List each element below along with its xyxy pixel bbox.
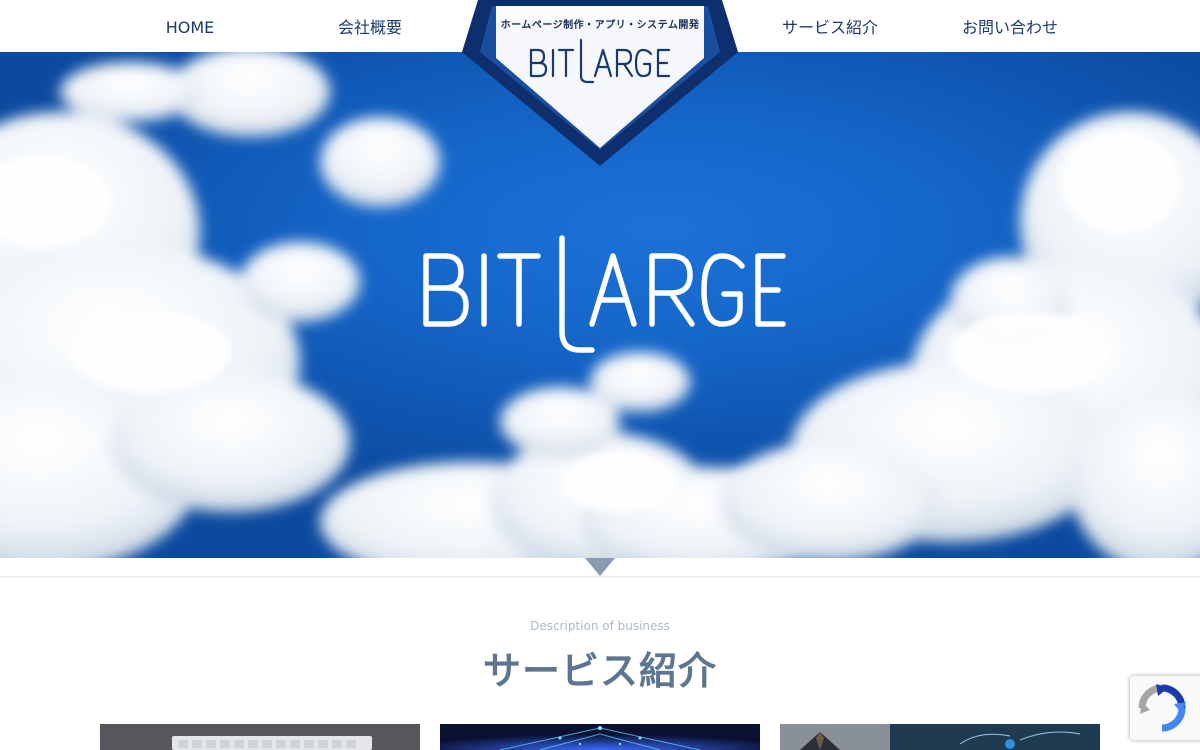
nav-company-link[interactable]: 会社概要: [310, 0, 430, 52]
keyboard-photo: [100, 724, 420, 750]
nav-home-link[interactable]: HOME: [130, 0, 250, 52]
business-growth-photo: [780, 724, 1100, 750]
section-title: サービス紹介: [482, 649, 717, 693]
section-divider: [0, 558, 1200, 580]
service-card-3[interactable]: [780, 724, 1100, 750]
logo-tagline: ホームページ制作・アプリ・システム開発: [500, 20, 700, 31]
logo-badge[interactable]: ホームページ制作・アプリ・システム開発: [462, 0, 738, 170]
technology-network-photo: [440, 724, 760, 750]
section-subtitle: Description of business: [530, 619, 670, 633]
nav-service-link[interactable]: サービス紹介: [770, 0, 890, 52]
nav-contact-link[interactable]: お問い合わせ: [950, 0, 1070, 52]
bitlarge-logo-icon: [462, 36, 738, 88]
hero-bitlarge-logo: [420, 232, 790, 357]
recaptcha-badge[interactable]: [1130, 676, 1200, 740]
service-card-1[interactable]: [100, 724, 420, 750]
recaptcha-icon: [1138, 684, 1186, 732]
service-card-2[interactable]: [440, 724, 760, 750]
